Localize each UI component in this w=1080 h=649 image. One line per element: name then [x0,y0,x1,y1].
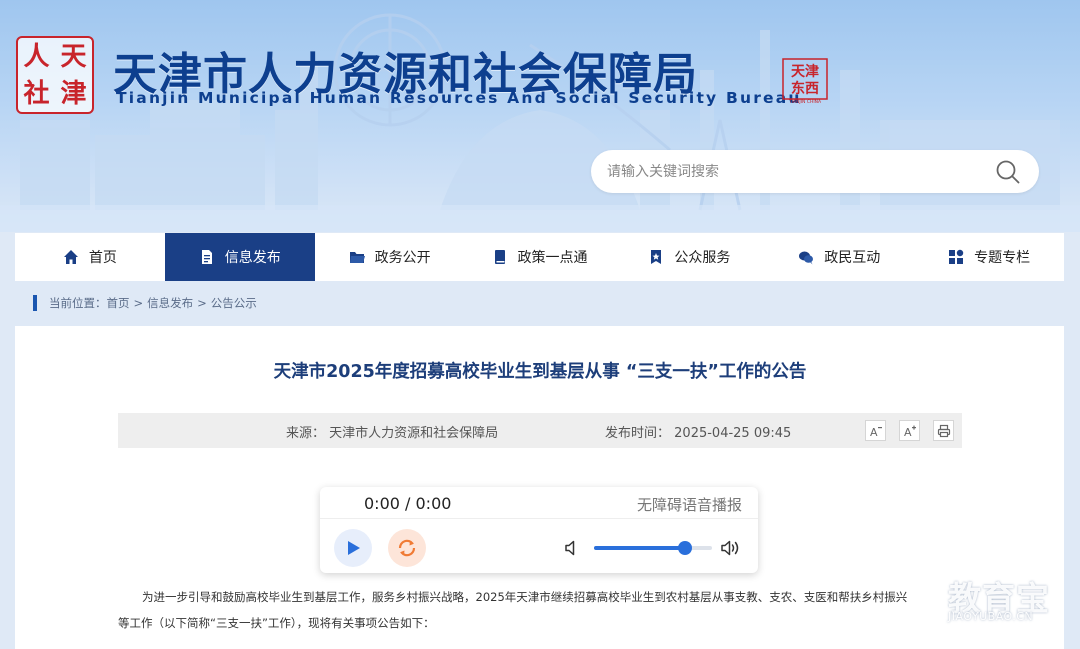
nav-item-special-topics[interactable]: 专题专栏 [914,233,1064,281]
play-button[interactable] [334,529,372,567]
folder-icon [349,252,365,263]
source-label: 来源： [286,426,326,441]
grid-icon [949,249,964,264]
breadcrumb-link-info-release[interactable]: 信息发布 [147,295,193,311]
bureau-logo[interactable]: 人 天 社 津 [16,36,94,114]
search-box [591,150,1039,193]
time-label: 发布时间： [605,426,671,441]
article-meta-bar: 来源： 天津市人力资源和社会保障局 发布时间： 2025-04-25 09:45… [118,413,962,448]
volume-high-icon[interactable] [720,539,742,557]
time-value: 2025-04-25 09:45 [674,426,792,441]
svg-text:东西: 东西 [791,80,819,97]
print-icon [937,424,950,437]
breadcrumb: 当前位置： 首页 > 信息发布 > 公告公示 [33,294,257,312]
nav-label: 信息发布 [224,250,281,266]
audio-player: 0:00 / 0:00 无障碍语音播报 [320,487,758,573]
breadcrumb-prefix: 当前位置： [49,296,107,310]
nav-item-public-service[interactable]: 公众服务 [614,233,764,281]
nav-item-home[interactable]: 首页 [15,233,165,281]
nav-label: 政民互动 [824,250,881,266]
document-icon [201,250,212,264]
bookmark-star-icon [651,250,662,264]
font-increase-icon: A [904,425,916,438]
article-body: 为进一步引导和鼓励高校毕业生到基层工作，服务乡村振兴战略，2025年天津市继续招… [118,584,964,636]
nav-label: 政务公开 [374,250,431,266]
article-title: 天津市2025年度招募高校毕业生到基层从事 “三支一扶”工作的公告 [273,362,807,382]
article-publish-time: 发布时间： 2025-04-25 09:45 [605,422,791,441]
search-input[interactable] [607,150,987,193]
nav-label: 专题专栏 [974,250,1031,266]
home-icon [63,250,78,264]
search-icon[interactable] [995,159,1021,185]
font-decrease-icon: A [870,426,882,438]
svg-text:TIANJIN CHINA: TIANJIN CHINA [788,99,822,104]
breadcrumb-link-home[interactable]: 首页 [107,295,130,311]
nav-item-interaction[interactable]: 政民互动 [764,233,914,281]
logo-char: 人 [23,41,50,72]
accessibility-audio-label: 无障碍语音播报 [636,496,742,514]
nav-item-info-release[interactable]: 信息发布 [164,233,315,281]
header-banner: 人 天 社 津 天津市人力资源和社会保障局 Tianjin Municipal … [0,0,1080,232]
font-increase-button[interactable]: A [899,420,920,441]
nav-label: 公众服务 [674,250,731,266]
print-button[interactable] [933,420,954,441]
chat-icon [799,251,814,265]
breadcrumb-separator: > [133,296,144,310]
nav-item-government-affairs[interactable]: 政务公开 [315,233,465,281]
logo-char: 天 [60,41,87,72]
svg-text:A: A [870,426,878,438]
city-skyline-illustration [0,13,1080,232]
loop-icon [398,539,416,557]
nav-label: 政策一点通 [517,250,588,266]
player-divider [320,518,758,519]
volume-low-icon[interactable] [564,539,580,557]
nav-label: 首页 [88,250,117,266]
volume-slider-knob[interactable] [677,541,692,555]
tianjin-seal-logo: 天津 东西 TIANJIN CHINA [782,58,828,104]
book-icon [494,250,505,264]
logo-char: 社 [23,78,50,109]
logo-char: 津 [60,78,87,109]
site-subtitle: Tianjin Municipal Human Resources And So… [116,89,802,107]
volume-slider[interactable] [594,541,712,555]
breadcrumb-separator: > [197,296,207,310]
main-nav: 首页 信息发布 政务公开 政策一点通 公众服务 政民互动 专题专栏 [15,233,1064,281]
article-paragraph-line: 为进一步引导和鼓励高校毕业生到基层工作，服务乡村振兴战略，2025年天津市继续招… [142,590,908,604]
article-paragraph-line: 等工作（以下简称“三支一扶”工作），现将有关事项公告如下： [118,616,435,630]
play-icon [348,541,360,555]
loop-button[interactable] [388,529,426,567]
nav-item-policy[interactable]: 政策一点通 [465,233,615,281]
font-decrease-button[interactable]: A [865,420,886,441]
svg-text:A: A [904,426,912,438]
volume-slider-fill [594,546,685,550]
source-value: 天津市人力资源和社会保障局 [329,426,499,441]
article-source: 来源： 天津市人力资源和社会保障局 [286,422,498,441]
svg-text:天津: 天津 [791,63,819,80]
audio-time-display: 0:00 / 0:00 [364,494,452,513]
breadcrumb-link-announcements[interactable]: 公告公示 [211,295,257,311]
breadcrumb-marker [33,295,37,311]
